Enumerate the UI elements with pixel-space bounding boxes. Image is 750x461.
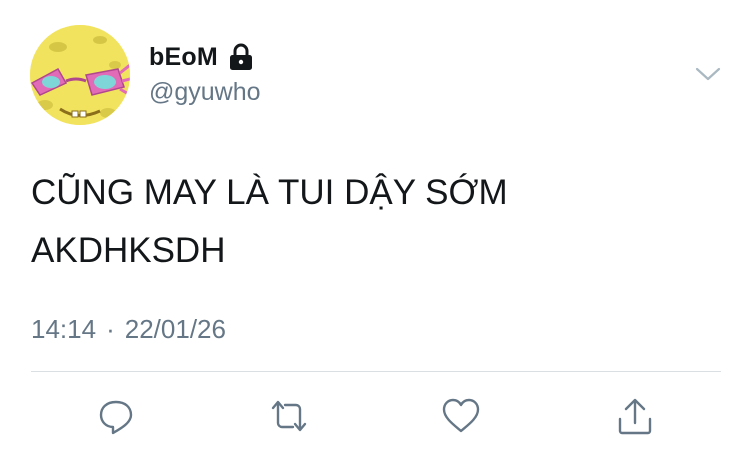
timestamp-separator: · bbox=[106, 314, 115, 344]
tweet-text-line: CŨNG MAY LÀ TUI DẬY SỚM bbox=[31, 173, 508, 212]
avatar[interactable] bbox=[30, 25, 130, 125]
like-button[interactable] bbox=[439, 394, 483, 438]
lock-icon bbox=[228, 43, 254, 71]
chevron-down-icon[interactable] bbox=[694, 60, 722, 88]
user-name-row: bEoM bbox=[149, 40, 254, 74]
share-button[interactable] bbox=[613, 394, 657, 438]
spongebob-avatar-icon bbox=[30, 25, 130, 125]
tweet-date: 22/01/26 bbox=[124, 314, 226, 344]
tweet-time: 14:14 bbox=[31, 314, 97, 344]
reply-button[interactable] bbox=[94, 394, 138, 438]
reply-icon bbox=[99, 400, 133, 435]
action-bar bbox=[0, 394, 750, 438]
timestamp[interactable]: 14:14 · 22/01/26 bbox=[31, 314, 226, 345]
like-icon bbox=[442, 398, 480, 433]
retweet-button[interactable] bbox=[267, 394, 311, 438]
tweet-text-line: AKDHKSDH bbox=[31, 231, 226, 270]
retweet-icon bbox=[271, 400, 307, 432]
user-handle[interactable]: @gyuwho bbox=[149, 78, 261, 107]
share-icon bbox=[618, 398, 652, 435]
tweet-text: CŨNG MAY LÀ TUI DẬY SỚM AKDHKSDH bbox=[31, 164, 721, 280]
divider bbox=[31, 371, 721, 372]
display-name[interactable]: bEoM bbox=[149, 43, 218, 72]
